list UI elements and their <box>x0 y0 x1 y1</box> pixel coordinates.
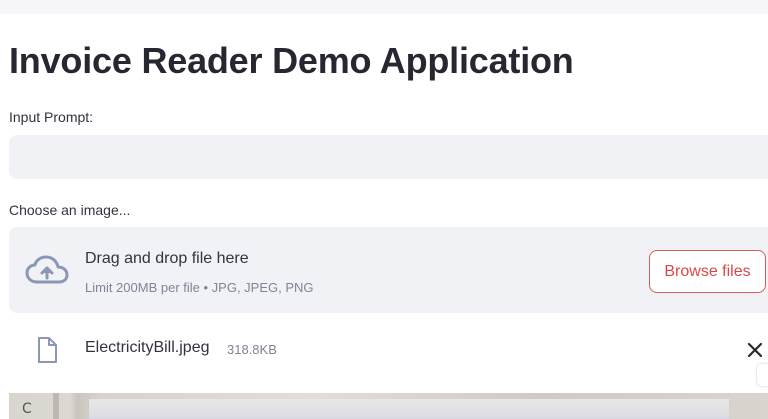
preview-edge <box>53 393 59 419</box>
input-prompt-label: Input Prompt: <box>9 109 94 125</box>
streamlit-app: Invoice Reader Demo Application Input Pr… <box>0 0 768 419</box>
close-icon[interactable] <box>745 340 765 360</box>
preview-letter: C <box>22 401 32 417</box>
uploaded-image-preview: C <box>9 393 768 419</box>
cloud-upload-icon <box>25 255 69 284</box>
top-bar <box>0 0 768 14</box>
fullscreen-icon[interactable] <box>757 364 768 386</box>
preview-paper <box>89 399 729 419</box>
page-title: Invoice Reader Demo Application <box>9 40 574 81</box>
file-icon <box>38 337 57 363</box>
upload-limit-text: Limit 200MB per file • JPG, JPEG, PNG <box>85 280 314 295</box>
drag-drop-text: Drag and drop file here <box>85 250 249 267</box>
input-prompt-field[interactable] <box>9 135 768 179</box>
uploaded-file-size: 318.8KB <box>227 342 277 357</box>
choose-image-label: Choose an image... <box>9 202 131 218</box>
uploaded-file-name: ElectricityBill.jpeg <box>85 339 210 356</box>
browse-files-button[interactable]: Browse files <box>649 250 766 293</box>
uploaded-file-item: ElectricityBill.jpeg 318.8KB <box>9 324 768 374</box>
file-dropzone[interactable]: Drag and drop file here Limit 200MB per … <box>9 227 768 313</box>
